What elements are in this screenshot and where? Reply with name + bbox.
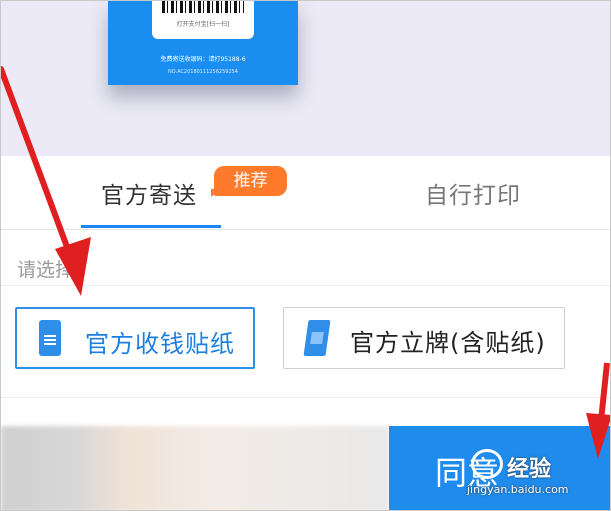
arrow-to-sticker-icon [1,66,91,296]
arrow-to-agree-icon [586,362,610,459]
annotation-arrows [1,66,610,459]
app-screen: 打开支付宝[扫一扫] 免费寄送收银码：请打95188-6 NO.AC201801… [0,0,611,511]
